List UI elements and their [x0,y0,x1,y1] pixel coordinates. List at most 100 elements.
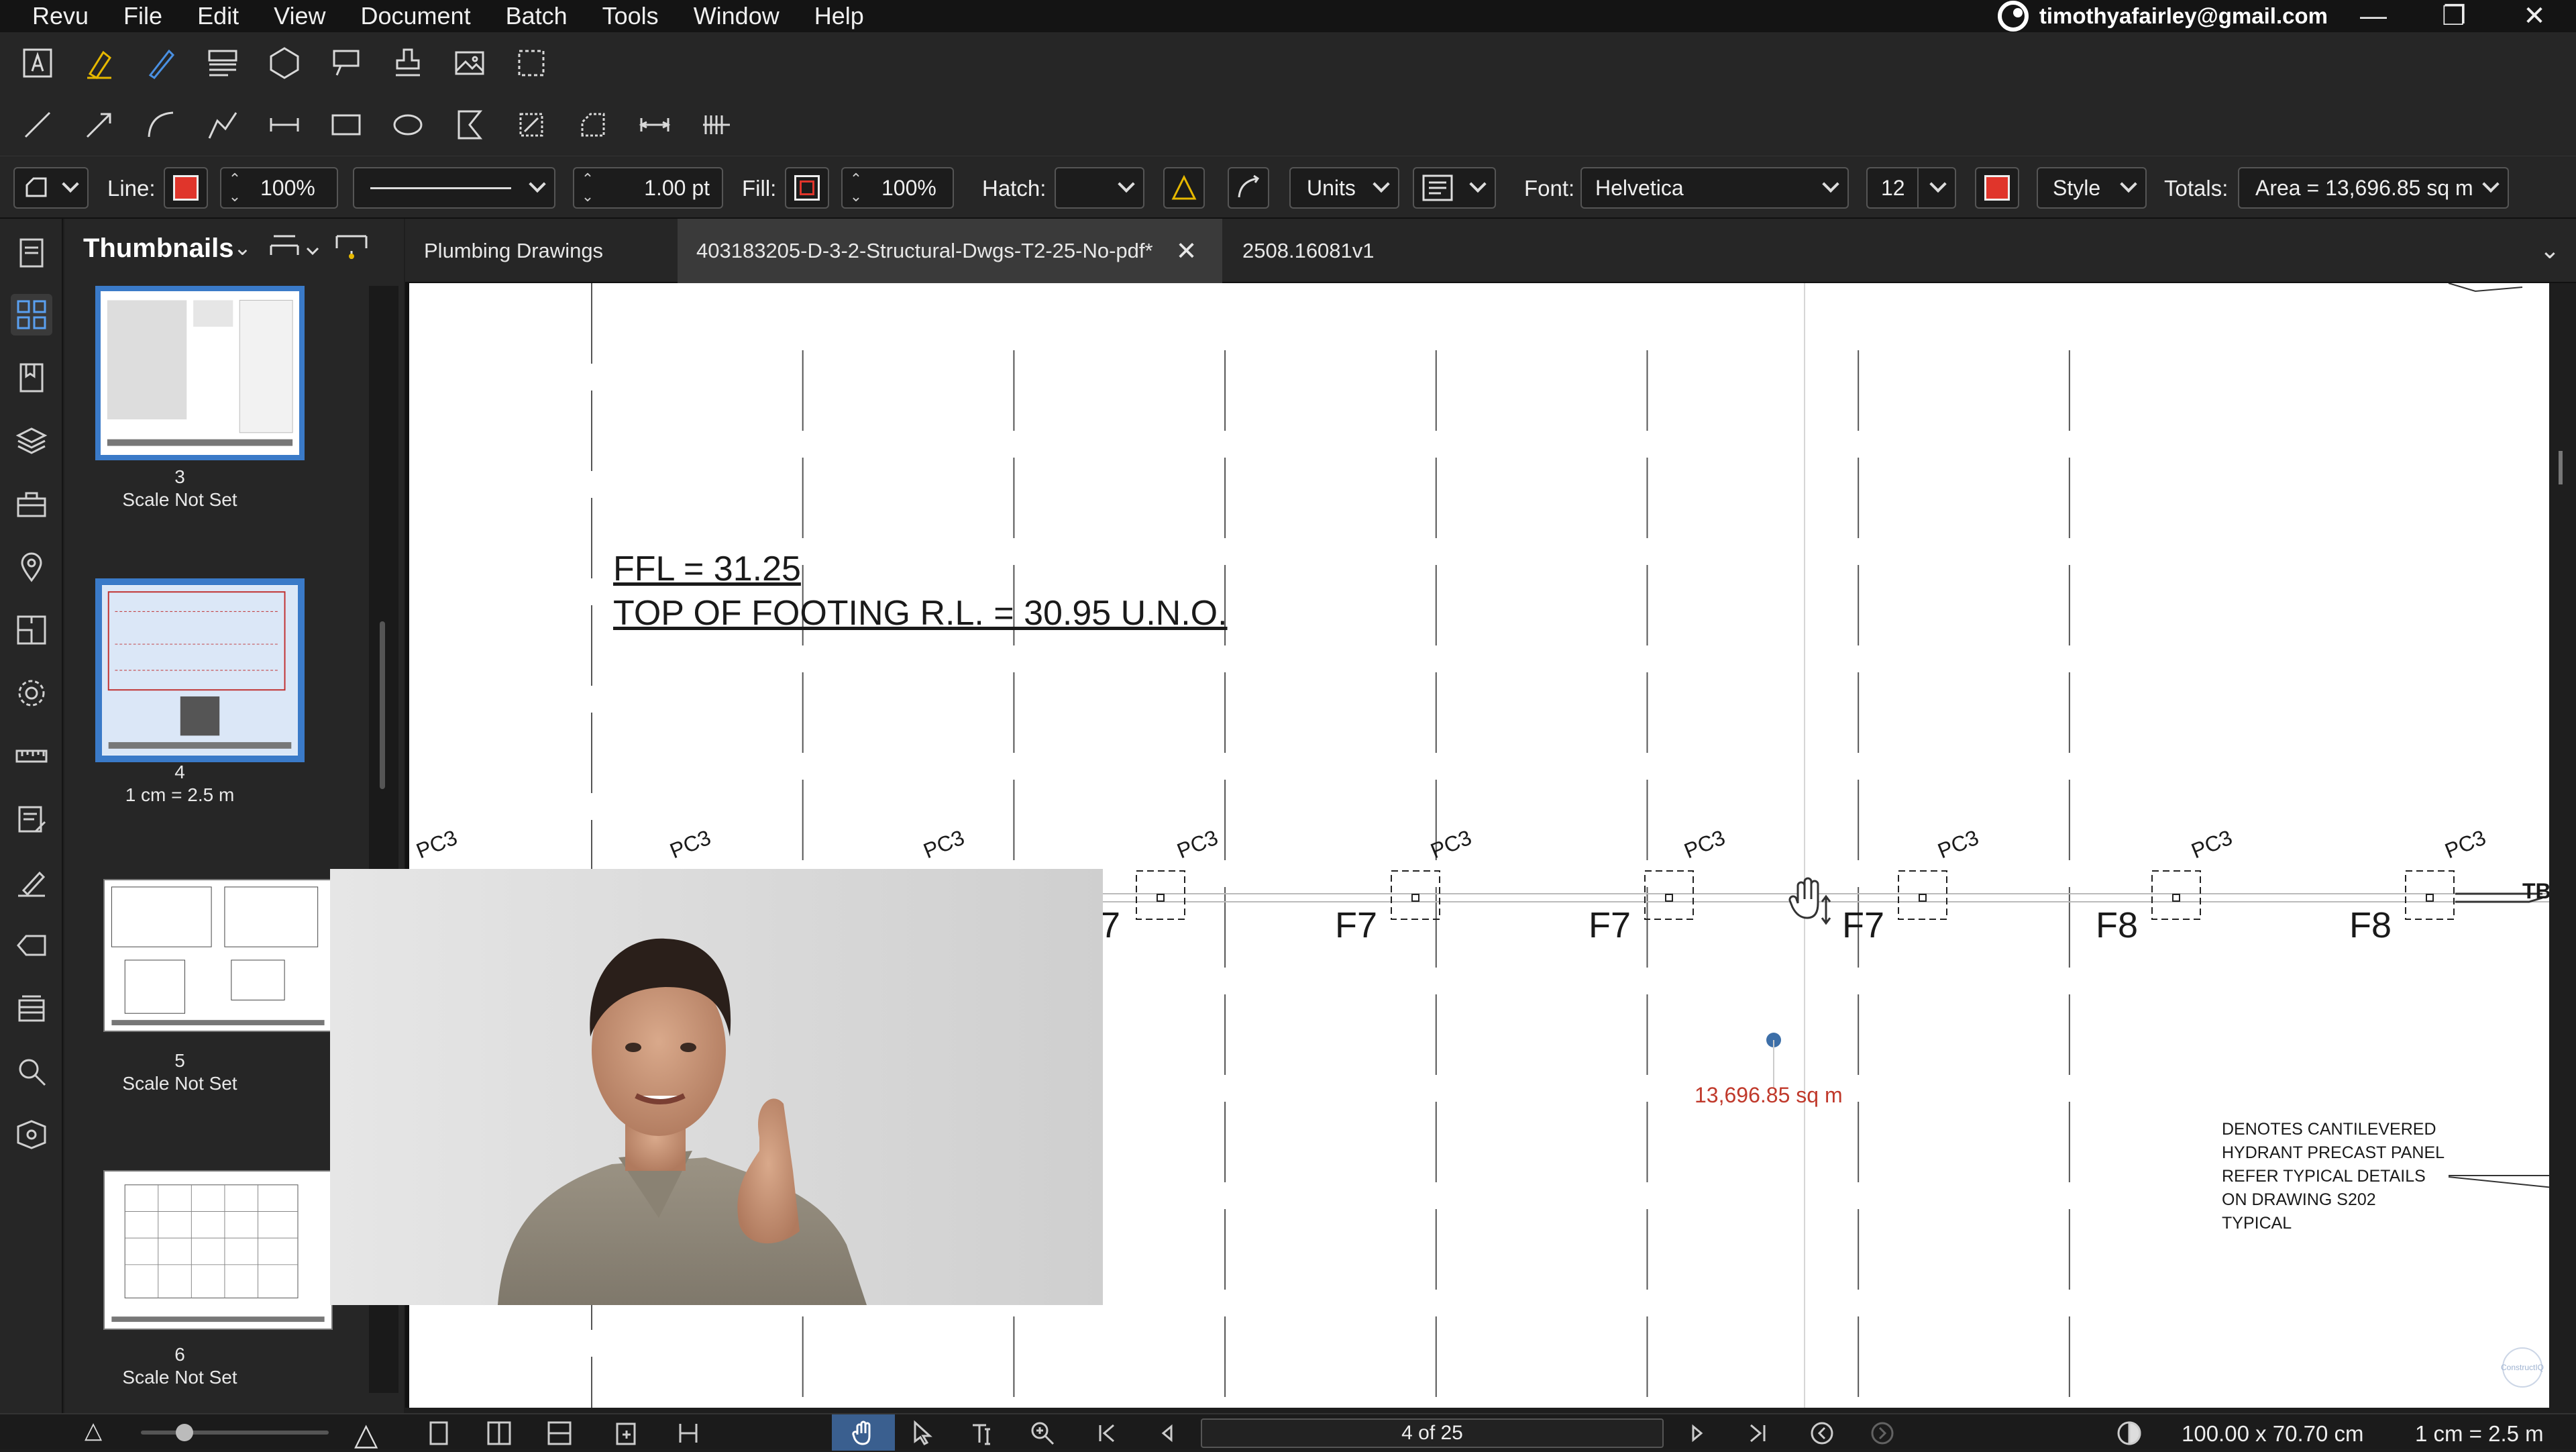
search-tab[interactable] [11,1051,52,1092]
area-measure-tool[interactable] [507,101,555,149]
menu-help[interactable]: Help [797,0,881,32]
style-dropdown[interactable]: Style [2037,167,2147,209]
thumbnail-size-icon[interactable] [267,232,321,262]
menu-document[interactable]: Document [343,0,488,32]
line-color-picker[interactable] [164,167,208,209]
menu-view[interactable]: View [256,0,343,32]
chevron-down-icon[interactable]: ⌄ [233,235,252,260]
text-box-tool[interactable] [13,39,62,87]
thumbnail-size-slider[interactable] [141,1424,329,1441]
arrow-tool[interactable] [75,101,123,149]
restore-button[interactable]: ❐ [2414,0,2494,32]
totals-dropdown[interactable]: Area = 13,696.85 sq m [2238,167,2509,209]
cloud-tool[interactable] [260,39,309,87]
rectangle-tool[interactable] [322,101,370,149]
previous-page-button[interactable] [1154,1420,1181,1447]
sets-tab[interactable] [11,988,52,1029]
polygon-tool[interactable] [445,101,494,149]
file-access-tab[interactable] [11,232,52,274]
arc-tool[interactable] [137,101,185,149]
split-vertical-button[interactable] [486,1420,513,1447]
hatch-dropdown[interactable] [1055,167,1144,209]
bookmarks-tab[interactable] [11,357,52,399]
zoom-tool-button[interactable] [1029,1420,1056,1447]
close-tab-icon[interactable]: ✕ [1176,236,1197,266]
last-page-button[interactable] [1744,1420,1771,1447]
measurements-tab[interactable] [11,735,52,777]
snapshot-tool[interactable] [507,39,555,87]
sync-button[interactable] [613,1420,640,1447]
thumbnail-page-5[interactable] [103,879,333,1032]
perimeter-tool[interactable] [569,101,617,149]
menu-tools[interactable]: Tools [585,0,676,32]
line-tool[interactable] [13,101,62,149]
tab-2508[interactable]: 2508.16081v1 [1224,219,1442,283]
thumbnails-title[interactable]: Thumbnails [83,234,233,264]
select-text-button[interactable] [969,1420,996,1447]
units-dropdown[interactable]: Units [1289,167,1399,209]
thumbnail-page-4[interactable] [95,578,305,762]
zoom-out-icon[interactable]: △ [85,1417,102,1444]
count-tool[interactable] [692,101,741,149]
polyline-tool[interactable] [199,101,247,149]
places-tab[interactable] [11,546,52,588]
spaces-tab[interactable] [11,609,52,651]
color-mode-button[interactable] [2116,1420,2143,1447]
single-page-button[interactable] [425,1420,452,1447]
font-color-picker[interactable] [1975,167,2019,209]
thumbnail-page-3[interactable] [95,286,305,460]
close-window-button[interactable]: ✕ [2494,0,2575,32]
next-view-button[interactable] [1869,1420,1896,1447]
line-width-stepper[interactable]: ⌃ ⌄ 1.00 pt [573,167,723,209]
menu-edit[interactable]: Edit [180,0,256,32]
signatures-tab[interactable] [11,862,52,903]
markups-list-tab[interactable] [11,798,52,840]
stamp-tool[interactable] [384,39,432,87]
measurement-settings-button[interactable] [1163,167,1205,209]
split-horizontal-button[interactable] [546,1420,573,1447]
ellipse-tool[interactable] [384,101,432,149]
font-dropdown[interactable]: Helvetica [1580,167,1849,209]
page-number-field[interactable]: 4 of 25 [1201,1418,1664,1448]
first-page-button[interactable] [1093,1420,1120,1447]
layers-tab[interactable] [11,420,52,462]
menu-batch[interactable]: Batch [488,0,585,32]
account-menu[interactable]: timothyafairley@gmail.com [1997,0,2328,32]
next-page-button[interactable] [1684,1420,1711,1447]
dimension-tool[interactable] [260,101,309,149]
pen-tool[interactable] [137,39,185,87]
studio-tab[interactable] [11,1114,52,1155]
previous-view-button[interactable] [1809,1420,1835,1447]
properties-tab[interactable] [11,672,52,714]
text-align-dropdown[interactable] [1413,167,1496,209]
line-opacity-stepper[interactable]: ⌃ ⌄ 100% [220,167,338,209]
thumbnail-page-6[interactable] [103,1170,333,1330]
thumbnails-tab[interactable] [11,294,52,335]
menu-window[interactable]: Window [676,0,797,32]
zoom-in-icon[interactable]: △ [354,1416,378,1452]
tab-list-chevron-icon[interactable]: ⌄ [2540,236,2560,264]
image-tool[interactable] [445,39,494,87]
highlight-tool[interactable] [75,39,123,87]
fill-opacity-stepper[interactable]: ⌃ ⌄ 100% [841,167,954,209]
tab-plumbing-drawings[interactable]: Plumbing Drawings [405,219,676,283]
tab-structural-dwgs[interactable]: 403183205-D-3-2-Structural-Dwgs-T2-25-No… [678,219,1222,283]
stamp-text-tool[interactable] [199,39,247,87]
length-measure-tool[interactable] [631,101,679,149]
menu-revu[interactable]: Revu [0,0,106,32]
thumbnail-options-icon[interactable] [333,232,370,262]
shape-style-dropdown[interactable] [13,167,89,209]
calibrate-button[interactable] [1228,167,1269,209]
font-size-dropdown[interactable]: 12 [1866,167,1956,209]
menu-file[interactable]: File [106,0,180,32]
callout-tool[interactable] [322,39,370,87]
fill-color-picker[interactable] [785,167,829,209]
tags-tab[interactable] [11,925,52,966]
line-style-dropdown[interactable] [353,167,555,209]
minimize-button[interactable]: — [2333,0,2414,32]
area-measurement-label[interactable]: 13,696.85 sq m [1695,1083,1843,1108]
tool-chest-tab[interactable] [11,483,52,525]
select-tool-button[interactable] [908,1420,935,1447]
reflow-button[interactable] [675,1420,702,1447]
canvas-vertical-scrollbar[interactable] [2549,283,2576,1408]
